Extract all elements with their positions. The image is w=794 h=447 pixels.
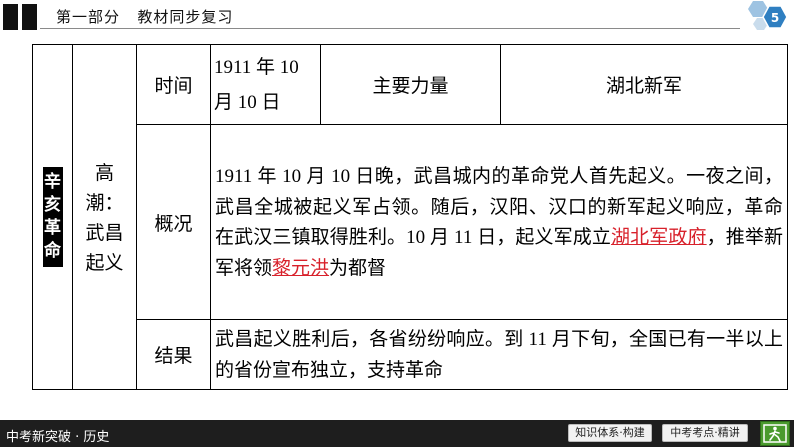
overview-label: 概况 bbox=[136, 124, 211, 320]
header-block-icon bbox=[22, 4, 37, 30]
highlight-li-yuanhong: 黎元洪 bbox=[272, 257, 330, 279]
vertical-label-cell: 辛 亥 革 命 bbox=[32, 44, 73, 390]
vertical-char: 革 bbox=[44, 218, 61, 238]
sub-label-line: 潮： bbox=[85, 192, 124, 214]
page-number: 5 bbox=[771, 11, 779, 25]
overview-text: 1911 年 10 月 10 日晚，武昌城内的革命党人首先起义。一夜之间，武昌全… bbox=[210, 124, 788, 320]
vertical-char: 亥 bbox=[44, 195, 61, 215]
sub-label-cell: 高 潮： 武昌 起义 bbox=[72, 44, 137, 390]
header-block-icon bbox=[3, 4, 18, 30]
time-label: 时间 bbox=[136, 44, 211, 125]
page-footer: 中考新突破 · 历史 知识体系·构建 中考考点·精讲 bbox=[0, 420, 794, 447]
exit-door-icon bbox=[763, 424, 787, 443]
highlight-hubei-government: 湖北军政府 bbox=[611, 227, 707, 248]
knowledge-system-button[interactable]: 知识体系·构建 bbox=[568, 424, 652, 442]
header-title: 第一部分 教材同步复习 bbox=[56, 6, 233, 27]
exit-button[interactable] bbox=[760, 421, 790, 446]
table-row-result: 结果 武昌起义胜利后，各省纷纷响应。到 11 月下旬，全国已有一半以上的省份宣布… bbox=[33, 319, 788, 390]
sub-label-line: 高 bbox=[94, 162, 114, 184]
header-subtitle: 教材同步复习 bbox=[137, 8, 234, 26]
header-divider bbox=[40, 28, 740, 29]
sub-label-line: 武昌 bbox=[85, 222, 124, 244]
table-row-time: 辛 亥 革 命 高 潮： 武昌 起义 时间 1911 年 10 月 10 日 主… bbox=[32, 44, 788, 390]
vertical-char: 辛 bbox=[44, 172, 61, 192]
header-section: 第一部分 bbox=[56, 8, 121, 26]
date-line: 月 10 日 bbox=[214, 91, 281, 113]
sub-label-line: 起义 bbox=[85, 252, 124, 274]
result-label: 结果 bbox=[136, 319, 211, 390]
page-header: 第一部分 教材同步复习 5 bbox=[0, 0, 794, 36]
vertical-char: 命 bbox=[44, 241, 61, 261]
vertical-label: 辛 亥 革 命 bbox=[42, 167, 63, 267]
history-table: 辛 亥 革 命 高 潮： 武昌 起义 时间 1911 年 10 月 10 日 主… bbox=[32, 44, 788, 390]
force-label: 主要力量 bbox=[320, 44, 501, 125]
footer-brand: 中考新突破 · 历史 bbox=[6, 430, 110, 445]
exam-points-button[interactable]: 中考考点·精讲 bbox=[662, 424, 748, 442]
force-value: 湖北新军 bbox=[500, 44, 788, 125]
date-cell: 1911 年 10 月 10 日 bbox=[210, 44, 321, 125]
result-text: 武昌起义胜利后，各省纷纷响应。到 11 月下旬，全国已有一半以上的省份宣布独立，… bbox=[210, 319, 788, 390]
table-row-overview: 概况 1911 年 10 月 10 日晚，武昌城内的革命党人首先起义。一夜之间，… bbox=[33, 124, 788, 320]
hexagon-badge-icon: 5 bbox=[748, 1, 788, 30]
overview-text-part: 为都督 bbox=[329, 257, 387, 279]
date-line: 1911 年 10 bbox=[214, 56, 299, 78]
